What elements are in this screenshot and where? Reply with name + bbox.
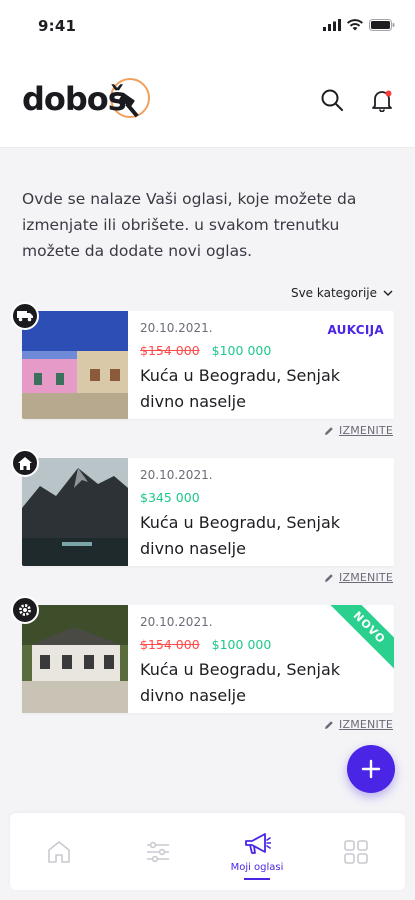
listing-card[interactable]: 20.10.2021. $345 000 Kuća u Beogradu, Se…	[22, 458, 394, 566]
listing-image	[22, 311, 128, 419]
listing-body: 20.10.2021. $345 000 Kuća u Beogradu, Se…	[140, 468, 384, 562]
status-bar: 9:41	[0, 0, 415, 52]
listing-card[interactable]: 20.10.2021. $154 000 $100 000 Kuća u Beo…	[22, 311, 394, 419]
nav-item-home[interactable]	[10, 813, 108, 890]
edit-link[interactable]: IZMENITE	[324, 571, 393, 584]
logo-text: doboš	[22, 80, 127, 118]
app-header: doboš	[0, 52, 415, 148]
notifications-button[interactable]	[368, 86, 396, 114]
edit-link[interactable]: IZMENITE	[324, 718, 393, 731]
listing-body: 20.10.2021. $154 000 $100 000 Kuća u Beo…	[140, 615, 384, 709]
megaphone-icon	[245, 833, 271, 854]
home-icon	[18, 456, 32, 470]
status-time: 9:41	[38, 17, 77, 35]
listing-old-price: $154 000	[140, 637, 200, 652]
truck-icon	[17, 311, 33, 322]
listing-new-price: $100 000	[211, 637, 272, 652]
battery-icon	[369, 19, 395, 31]
category-badge	[11, 302, 39, 330]
search-icon	[321, 89, 343, 111]
wifi-icon	[347, 19, 363, 31]
listing-title: Kuća u Beogradu, Senjak divno naselje	[140, 660, 341, 705]
listing-card[interactable]: 20.10.2021. $154 000 $100 000 Kuća u Beo…	[22, 605, 394, 713]
listing-title: Kuća u Beogradu, Senjak divno naselje	[140, 366, 341, 411]
pencil-icon	[325, 426, 333, 435]
listing-prices: $154 000 $100 000	[140, 637, 384, 652]
active-indicator	[244, 878, 270, 880]
listing-image	[22, 605, 128, 713]
nav-item-my-ads[interactable]: Moji oglasi	[208, 813, 306, 890]
search-button[interactable]	[318, 86, 346, 114]
grid-icon	[344, 840, 368, 864]
logo[interactable]: doboš	[22, 74, 152, 126]
edit-link-label: IZMENITE	[339, 424, 393, 437]
listing-title: Kuća u Beogradu, Senjak divno naselje	[140, 513, 341, 558]
listing-prices: $154 000 $100 000	[140, 343, 384, 358]
add-listing-button[interactable]	[347, 745, 395, 793]
auction-tag: AUKCIJA	[327, 323, 384, 337]
listing-new-price: $345 000	[140, 490, 200, 505]
chevron-down-icon	[383, 290, 393, 296]
listing-new-price: $100 000	[211, 343, 272, 358]
bottom-nav: Moji oglasi	[10, 813, 405, 890]
listing-old-price: $154 000	[140, 343, 200, 358]
listing-prices: $345 000	[140, 490, 384, 505]
category-filter-label: Sve kategorije	[290, 286, 377, 300]
gavel-icon	[119, 93, 139, 118]
nav-item-categories[interactable]	[307, 813, 405, 890]
home-icon	[48, 841, 70, 863]
edit-link[interactable]: IZMENITE	[324, 424, 393, 437]
category-badge	[11, 449, 39, 477]
listing-date: 20.10.2021.	[140, 468, 213, 482]
sliders-icon	[147, 841, 169, 863]
nav-item-filters[interactable]	[109, 813, 207, 890]
category-filter[interactable]: Sve kategorije	[291, 286, 393, 300]
pencil-icon	[325, 573, 333, 582]
listing-image	[22, 458, 128, 566]
intro-text: Ovde se nalaze Vaši oglasi, koje možete …	[22, 190, 357, 260]
status-icons	[323, 19, 395, 31]
gear-icon	[19, 604, 31, 616]
plus-icon	[361, 759, 381, 779]
bell-icon	[372, 90, 392, 112]
nav-item-label: Moji oglasi	[230, 862, 284, 873]
pencil-icon	[325, 720, 333, 729]
category-badge	[11, 596, 39, 624]
edit-link-label: IZMENITE	[339, 718, 393, 731]
edit-link-label: IZMENITE	[339, 571, 393, 584]
signal-icon	[323, 19, 341, 31]
